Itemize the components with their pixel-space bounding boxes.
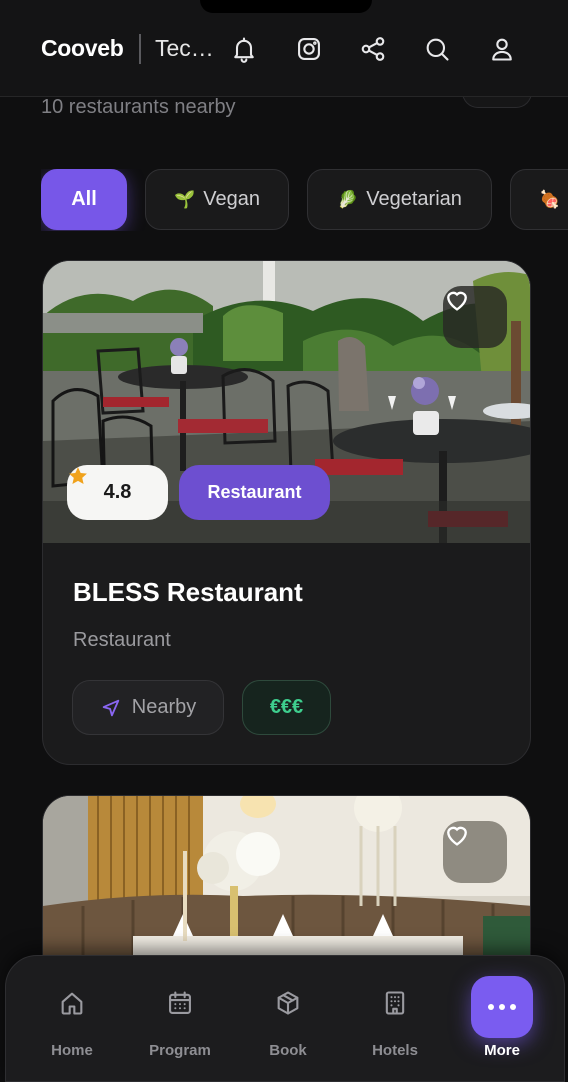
chip-label: Vegan	[203, 188, 260, 210]
bottom-navigation: Home Program Book Hotels More	[5, 955, 565, 1082]
chip-label: All	[71, 188, 97, 210]
search-icon[interactable]	[418, 30, 456, 68]
nav-home[interactable]: Home	[20, 956, 124, 1082]
restaurant-name[interactable]: BLESS Restaurant	[73, 577, 303, 608]
filter-chip-all[interactable]: All	[41, 169, 127, 230]
home-icon	[57, 988, 87, 1018]
results-count: 10 restaurants nearby	[41, 96, 236, 118]
leafy-green-icon: 🥬	[337, 189, 359, 209]
filter-chips: All 🌱 Vegan 🥬 Vegetarian 🍖	[41, 169, 568, 231]
filter-chip-vegetarian[interactable]: 🥬 Vegetarian	[307, 169, 492, 230]
brand-logo[interactable]: Cooveb	[41, 35, 124, 62]
section-title: Technology	[155, 35, 217, 61]
chip-label: Vegetarian	[366, 188, 462, 210]
favorite-button[interactable]	[443, 286, 507, 348]
favorite-button[interactable]	[443, 821, 507, 883]
distance-label: Nearby	[131, 696, 197, 718]
bell-icon[interactable]	[225, 30, 263, 68]
app-screen: Cooveb Technology 10 restaurants nearby …	[0, 0, 568, 1082]
restaurant-category: Restaurant	[73, 629, 171, 651]
type-badge: Restaurant	[179, 465, 330, 520]
brand-divider	[139, 34, 141, 64]
top-header: Cooveb Technology	[0, 0, 568, 97]
heart-icon	[447, 826, 467, 846]
meat-icon: 🍖	[539, 189, 561, 209]
box-icon	[273, 988, 303, 1018]
calendar-icon	[165, 988, 195, 1018]
nav-program[interactable]: Program	[128, 956, 232, 1082]
instagram-icon[interactable]	[290, 30, 328, 68]
filter-chip-vegan[interactable]: 🌱 Vegan	[145, 169, 289, 230]
heart-icon	[447, 291, 467, 311]
nav-label: More	[484, 1042, 520, 1059]
nav-more[interactable]: More	[450, 956, 554, 1082]
star-icon	[69, 467, 87, 484]
navigation-arrow-icon	[102, 699, 119, 716]
nav-hotels[interactable]: Hotels	[343, 956, 447, 1082]
user-icon[interactable]	[483, 30, 521, 68]
rating-badge: 4.8	[67, 465, 168, 520]
price-tag: €€€	[242, 680, 331, 735]
nav-label: Hotels	[372, 1042, 418, 1059]
restaurant-photo: 4.8 Restaurant	[43, 261, 530, 543]
share-icon[interactable]	[354, 30, 392, 68]
rating-value: 4.8	[103, 481, 132, 503]
distance-tag: Nearby	[72, 680, 224, 735]
building-icon	[380, 988, 410, 1018]
filter-chip-meat[interactable]: 🍖	[510, 169, 568, 230]
nav-label: Book	[269, 1042, 307, 1059]
device-notch	[200, 0, 372, 13]
seedling-icon: 🌱	[174, 189, 196, 209]
nav-label: Program	[149, 1042, 211, 1059]
nav-book[interactable]: Book	[236, 956, 340, 1082]
nav-label: Home	[51, 1042, 93, 1059]
restaurant-card[interactable]: 4.8 Restaurant BLESS Restaurant Restaura…	[42, 260, 531, 765]
